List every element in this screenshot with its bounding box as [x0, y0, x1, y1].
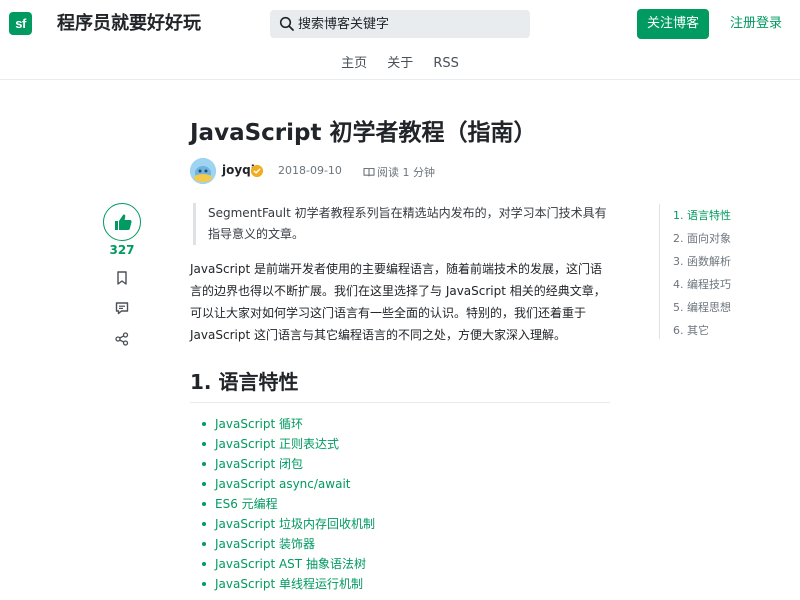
list-item-link[interactable]: JavaScript 循环	[200, 414, 375, 434]
site-title[interactable]: 程序员就要好好玩	[57, 10, 201, 38]
toc-item-6[interactable]: 6. 其它	[660, 319, 800, 342]
article-intro: JavaScript 是前端开发者使用的主要编程语言，随着前端技术的发展，这门语…	[190, 262, 606, 342]
read-time: 阅读 1 分钟	[363, 164, 435, 180]
top-header: sf 程序员就要好好玩 关注博客 注册登录 主页 关于 RSS	[0, 0, 800, 80]
main-nav: 主页 关于 RSS	[0, 52, 800, 76]
nav-item-rss[interactable]: RSS	[433, 52, 459, 76]
list-item-link[interactable]: JavaScript 垃圾内存回收机制	[200, 514, 375, 534]
article-summary-quote: SegmentFault 初学者教程系列旨在精选站内发布的，对学习本门技术具有指…	[193, 203, 610, 245]
search-box[interactable]	[270, 10, 530, 38]
link-list: JavaScript 循环 JavaScript 正则表达式 JavaScrip…	[200, 414, 375, 594]
avatar-image	[190, 158, 216, 184]
list-item-link[interactable]: JavaScript 闭包	[200, 454, 375, 474]
author-name[interactable]: joyqi	[222, 163, 255, 177]
toc-item-3[interactable]: 3. 函数解析	[660, 250, 800, 273]
list-item-link[interactable]: JavaScript async/await	[200, 474, 375, 494]
search-input[interactable]	[298, 10, 526, 38]
avatar[interactable]	[190, 158, 216, 184]
toc-item-5[interactable]: 5. 编程思想	[660, 296, 800, 319]
register-login-link[interactable]: 注册登录	[730, 9, 782, 39]
bookmark-icon[interactable]	[114, 270, 130, 286]
toc-item-4[interactable]: 4. 编程技巧	[660, 273, 800, 296]
section-heading: 1. 语言特性	[190, 368, 610, 403]
comment-icon[interactable]	[114, 300, 130, 316]
list-item-link[interactable]: JavaScript AST 抽象语法树	[200, 554, 375, 574]
site-logo[interactable]: sf	[9, 12, 32, 35]
share-icon[interactable]	[114, 331, 130, 347]
toc-item-2[interactable]: 2. 面向对象	[660, 227, 800, 250]
read-time-label: 阅读 1 分钟	[377, 166, 435, 179]
nav-item-home[interactable]: 主页	[341, 52, 367, 76]
list-item-link[interactable]: JavaScript 装饰器	[200, 534, 375, 554]
book-icon	[363, 167, 375, 177]
table-of-contents: 1. 语言特性 2. 面向对象 3. 函数解析 4. 编程技巧 5. 编程思想 …	[659, 204, 800, 339]
list-item-link[interactable]: JavaScript 正则表达式	[200, 434, 375, 454]
article-title: JavaScript 初学者教程（指南）	[190, 120, 537, 146]
like-count: 327	[109, 243, 135, 257]
follow-blog-button[interactable]: 关注博客	[637, 9, 709, 39]
thumbs-up-icon	[115, 214, 132, 230]
list-item-link[interactable]: ES6 元编程	[200, 494, 375, 514]
publish-date: 2018-09-10	[278, 164, 342, 177]
list-item-link[interactable]: JavaScript 单线程运行机制	[200, 574, 375, 594]
search-icon	[279, 16, 294, 31]
nav-item-about[interactable]: 关于	[387, 52, 413, 76]
toc-item-1[interactable]: 1. 语言特性	[660, 204, 800, 227]
like-button[interactable]	[103, 203, 141, 241]
verified-badge-icon	[251, 165, 263, 177]
